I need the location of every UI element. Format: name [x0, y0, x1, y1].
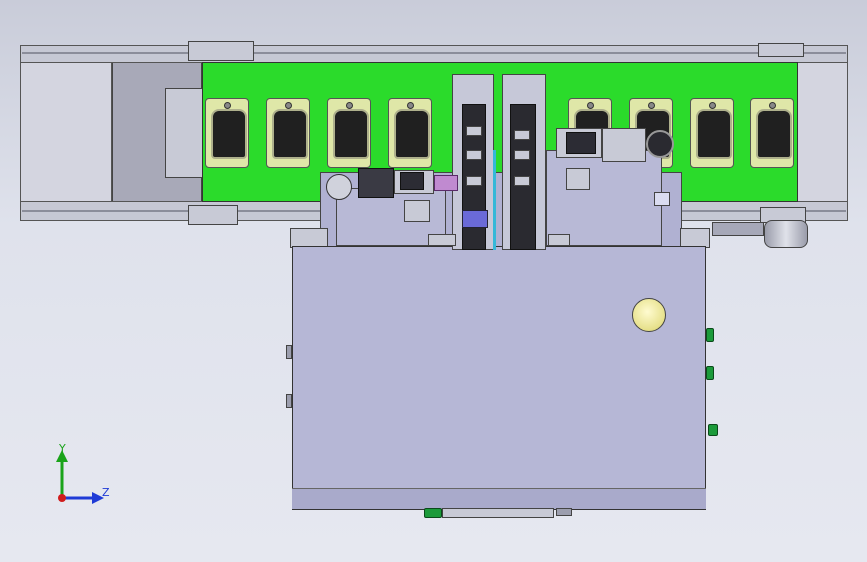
- left-actuator-body: [358, 168, 394, 198]
- rail-clamp-right-top: [758, 43, 804, 57]
- coordinate-triad: Y Z: [52, 440, 122, 510]
- cable-cyan: [493, 150, 496, 250]
- pulley-bracket: [712, 222, 764, 236]
- guide-block: [514, 176, 530, 186]
- base-foot-right: [556, 508, 572, 516]
- left-clamp: [428, 234, 456, 246]
- left-blue-block: [462, 210, 488, 228]
- side-bracket-right: [680, 228, 710, 248]
- carrier-pocket: [205, 98, 249, 168]
- rail-clamp-left-top: [188, 41, 254, 61]
- left-roller-icon: [326, 174, 352, 200]
- carrier-pocket: [690, 98, 734, 168]
- side-indicator: [706, 328, 714, 342]
- conveyor-left-end: [20, 45, 112, 221]
- side-indicator: [708, 424, 718, 436]
- cad-viewport[interactable]: Y Z: [0, 0, 867, 562]
- right-sensor: [566, 168, 590, 190]
- right-actuator-plate: [546, 150, 662, 246]
- start-button-icon[interactable]: [632, 298, 666, 332]
- left-actuator-motor: [400, 172, 424, 190]
- guide-block: [466, 150, 482, 160]
- carrier-pocket: [750, 98, 794, 168]
- carrier-pocket: [327, 98, 371, 168]
- guide-block: [466, 176, 482, 186]
- rail-clamp-left-bottom: [188, 205, 238, 225]
- right-clamp: [548, 234, 570, 246]
- right-wheel-icon: [646, 130, 674, 158]
- base-edge: [292, 488, 706, 509]
- side-knob: [286, 394, 292, 408]
- axis-y-label: Y: [59, 442, 66, 455]
- guide-block: [514, 150, 530, 160]
- base-foot-left: [424, 508, 442, 518]
- left-actuator-fitting: [434, 175, 458, 191]
- carrier-pocket: [266, 98, 310, 168]
- carrier-pocket: [388, 98, 432, 168]
- right-gripper: [602, 128, 646, 162]
- conveyor-right-end: [796, 45, 848, 221]
- machine-base-box: [292, 246, 706, 510]
- side-indicator: [706, 366, 714, 380]
- guide-block: [466, 126, 482, 136]
- axis-z-label: Z: [102, 486, 110, 499]
- pulley-cylinder: [764, 220, 808, 248]
- side-knob: [286, 345, 292, 359]
- right-actuator-motor: [566, 132, 596, 154]
- conveyor-top-rail: [20, 45, 848, 63]
- conveyor-left-bracket: [165, 88, 205, 178]
- left-sensor: [404, 200, 430, 222]
- guide-block: [514, 130, 530, 140]
- right-vent: [654, 192, 670, 206]
- side-bracket-left: [290, 228, 328, 248]
- base-foot-plate: [442, 508, 554, 518]
